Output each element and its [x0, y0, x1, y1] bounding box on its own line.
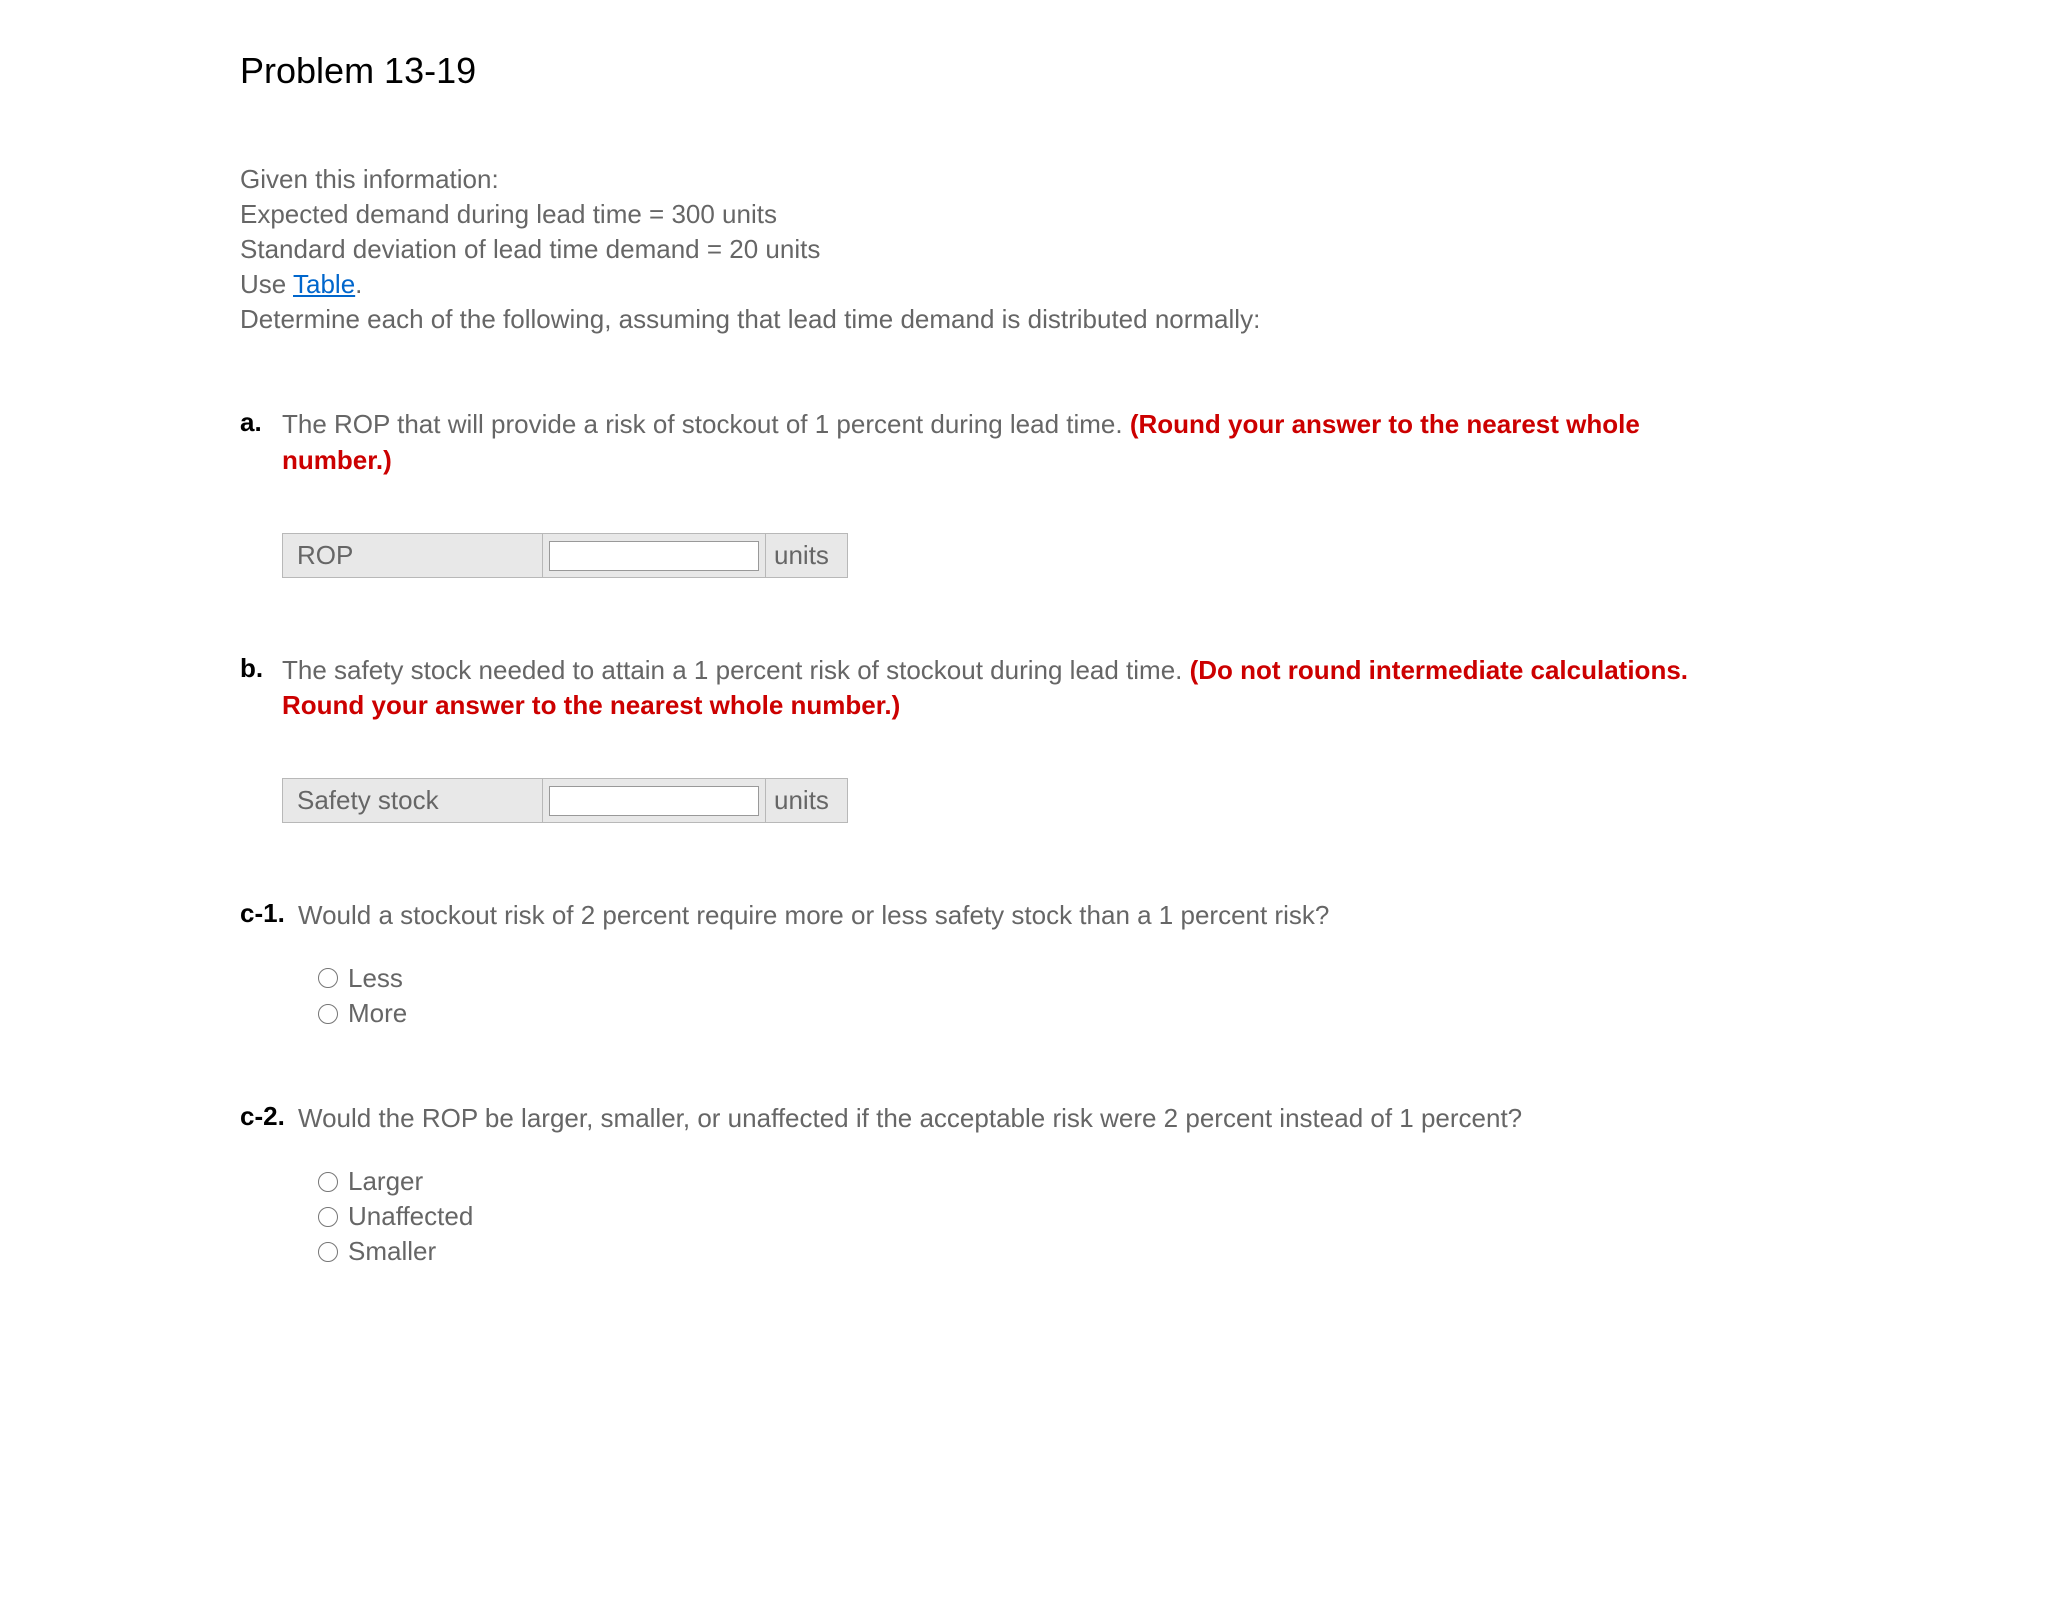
- radio-option-unaffected[interactable]: Unaffected: [318, 1199, 2046, 1234]
- intro-use-suffix: .: [355, 269, 362, 299]
- radio-option-smaller[interactable]: Smaller: [318, 1234, 2046, 1269]
- intro-line-4: Use Table.: [240, 267, 2046, 302]
- radio-input-larger[interactable]: [318, 1172, 338, 1192]
- radio-input-less[interactable]: [318, 968, 338, 988]
- radio-option-more[interactable]: More: [318, 996, 2046, 1031]
- question-c2-options: Larger Unaffected Smaller: [318, 1164, 2046, 1269]
- radio-input-more[interactable]: [318, 1004, 338, 1024]
- question-a-letter: a.: [240, 407, 282, 438]
- answer-table-b: Safety stock units: [282, 778, 848, 823]
- rop-label: ROP: [283, 533, 543, 577]
- intro-line-2: Expected demand during lead time = 300 u…: [240, 197, 2046, 232]
- radio-option-larger[interactable]: Larger: [318, 1164, 2046, 1199]
- radio-label-unaffected: Unaffected: [348, 1199, 473, 1234]
- question-c2-letter: c-2.: [240, 1101, 298, 1132]
- rop-unit: units: [766, 533, 848, 577]
- question-a-text: The ROP that will provide a risk of stoc…: [282, 407, 1732, 477]
- safety-stock-label: Safety stock: [283, 778, 543, 822]
- question-c1-letter: c-1.: [240, 898, 298, 929]
- question-c1-text: Would a stockout risk of 2 percent requi…: [298, 898, 1329, 933]
- question-a-prompt: The ROP that will provide a risk of stoc…: [282, 409, 1130, 439]
- question-b-prompt: The safety stock needed to attain a 1 pe…: [282, 655, 1190, 685]
- question-c1-options: Less More: [318, 961, 2046, 1031]
- table-link[interactable]: Table: [293, 269, 355, 299]
- answer-table-a: ROP units: [282, 533, 848, 578]
- question-a: a. The ROP that will provide a risk of s…: [240, 407, 2046, 577]
- radio-label-more: More: [348, 996, 407, 1031]
- radio-option-less[interactable]: Less: [318, 961, 2046, 996]
- radio-input-unaffected[interactable]: [318, 1207, 338, 1227]
- safety-stock-input[interactable]: [549, 786, 759, 816]
- question-c1: c-1. Would a stockout risk of 2 percent …: [240, 898, 2046, 1031]
- intro-line-1: Given this information:: [240, 162, 2046, 197]
- rop-input-cell: [543, 533, 766, 577]
- radio-label-larger: Larger: [348, 1164, 423, 1199]
- intro-section: Given this information: Expected demand …: [240, 162, 2046, 337]
- rop-input[interactable]: [549, 541, 759, 571]
- radio-input-smaller[interactable]: [318, 1242, 338, 1262]
- question-b-letter: b.: [240, 653, 282, 684]
- question-b-text: The safety stock needed to attain a 1 pe…: [282, 653, 1732, 723]
- intro-use-prefix: Use: [240, 269, 293, 299]
- question-b: b. The safety stock needed to attain a 1…: [240, 653, 2046, 823]
- intro-line-3: Standard deviation of lead time demand =…: [240, 232, 2046, 267]
- radio-label-less: Less: [348, 961, 403, 996]
- question-c2-text: Would the ROP be larger, smaller, or una…: [298, 1101, 1522, 1136]
- radio-label-smaller: Smaller: [348, 1234, 436, 1269]
- question-c2: c-2. Would the ROP be larger, smaller, o…: [240, 1101, 2046, 1269]
- problem-title: Problem 13-19: [240, 50, 2046, 92]
- safety-stock-input-cell: [543, 778, 766, 822]
- safety-stock-unit: units: [766, 778, 848, 822]
- intro-line-5: Determine each of the following, assumin…: [240, 302, 2046, 337]
